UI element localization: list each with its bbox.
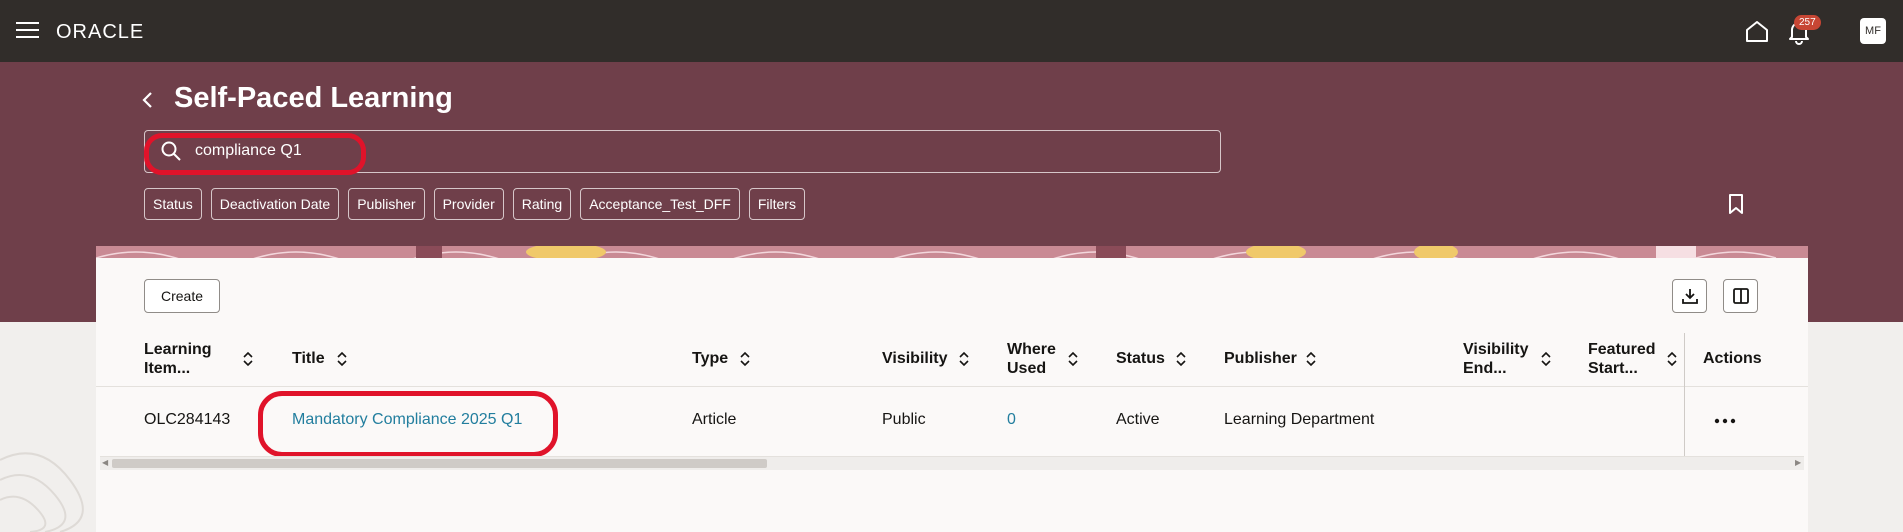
background-pattern [0, 452, 84, 532]
filter-chip-publisher[interactable]: Publisher [348, 188, 425, 220]
notification-count-badge: 257 [1794, 15, 1821, 30]
filter-chip-status[interactable]: Status [144, 188, 202, 220]
where-used-link[interactable]: 0 [1007, 411, 1016, 429]
results-card [96, 258, 1808, 532]
column-header-title[interactable]: Title [292, 349, 325, 368]
title-link[interactable]: Mandatory Compliance 2025 Q1 [292, 411, 522, 429]
sort-icon[interactable] [1305, 351, 1317, 367]
cell-publisher: Learning Department [1224, 411, 1375, 428]
column-header-learning-item[interactable]: Learning Item... [144, 340, 212, 378]
header-divider [96, 386, 1808, 387]
column-header-where-used[interactable]: Where Used [1007, 340, 1056, 378]
column-layout-button[interactable] [1723, 279, 1758, 313]
filter-chip-deactivation-date[interactable]: Deactivation Date [210, 188, 340, 220]
filter-chip-acceptance-test-dff[interactable]: Acceptance_Test_DFF [580, 188, 740, 220]
cell-visibility: Public [882, 411, 926, 428]
back-chevron-icon[interactable] [140, 88, 156, 112]
create-button[interactable]: Create [144, 279, 220, 313]
home-icon[interactable] [1744, 19, 1770, 43]
cell-status: Active [1116, 411, 1160, 428]
column-header-visibility[interactable]: Visibility [882, 349, 948, 368]
column-header-visibility-end[interactable]: Visibility End... [1463, 340, 1529, 378]
sort-icon[interactable] [242, 351, 254, 367]
column-header-publisher[interactable]: Publisher [1224, 349, 1297, 368]
more-actions-icon[interactable] [1712, 410, 1738, 432]
sort-icon[interactable] [1067, 351, 1079, 367]
oracle-logo: ORACLE [56, 21, 145, 43]
actions-column-divider [1684, 333, 1685, 456]
column-header-featured-start[interactable]: Featured Start... [1588, 340, 1656, 378]
search-icon [161, 141, 181, 161]
user-avatar[interactable]: MF [1860, 18, 1886, 44]
sort-icon[interactable] [1666, 351, 1678, 367]
column-header-type[interactable]: Type [692, 349, 728, 368]
menu-icon[interactable] [16, 22, 39, 39]
column-header-status[interactable]: Status [1116, 349, 1165, 368]
global-header: ORACLE 257 MF [0, 0, 1903, 62]
search-input[interactable] [195, 137, 755, 165]
decorative-pattern-strip [96, 246, 1808, 258]
page-title: Self-Paced Learning [174, 82, 453, 114]
cell-type: Article [692, 411, 737, 428]
bookmark-icon[interactable] [1726, 193, 1746, 215]
filter-chip-filters[interactable]: Filters [748, 188, 805, 220]
cell-learning-item: OLC284143 [144, 411, 231, 428]
split-columns-icon [1732, 288, 1749, 304]
scroll-right-arrow-icon[interactable]: ▶ [1795, 458, 1801, 467]
export-button[interactable] [1672, 279, 1707, 313]
download-icon [1681, 289, 1698, 304]
column-header-actions: Actions [1703, 350, 1762, 367]
sort-icon[interactable] [958, 351, 970, 367]
scroll-left-arrow-icon[interactable]: ◀ [102, 458, 108, 467]
sort-icon[interactable] [336, 351, 348, 367]
filter-chip-provider[interactable]: Provider [433, 188, 504, 220]
sort-icon[interactable] [739, 351, 751, 367]
filter-chip-rating[interactable]: Rating [512, 188, 572, 220]
scrollbar-thumb[interactable] [112, 459, 767, 468]
sort-icon[interactable] [1175, 351, 1187, 367]
sort-icon[interactable] [1540, 351, 1552, 367]
filter-chip-bar: Status Deactivation Date Publisher Provi… [144, 188, 805, 220]
